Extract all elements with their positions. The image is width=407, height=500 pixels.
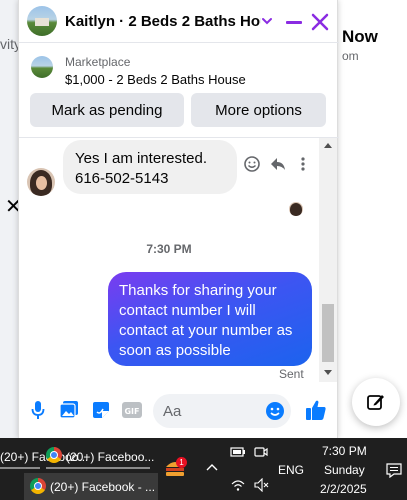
taskbar-underline xyxy=(46,467,150,469)
chevron-down-icon[interactable] xyxy=(260,14,274,28)
notification-badge: 1 xyxy=(176,457,187,468)
more-icon[interactable] xyxy=(299,155,307,173)
listing-title[interactable]: $1,000 - 2 Beds 2 Baths House xyxy=(65,72,246,87)
listing-avatar[interactable] xyxy=(27,6,57,36)
emoji-icon[interactable] xyxy=(265,401,285,421)
chevron-up-icon[interactable] xyxy=(206,463,218,471)
microphone-icon[interactable] xyxy=(31,400,45,420)
clock-time[interactable]: 7:30 PM xyxy=(322,444,367,458)
phone-number: 616-502-5143 xyxy=(75,170,169,187)
scroll-down-arrow[interactable] xyxy=(324,370,332,375)
chat-header[interactable]: Kaitlyn · 2 Beds 2 Baths House xyxy=(19,0,339,43)
mark-as-pending-button[interactable]: Mark as pending xyxy=(30,93,184,127)
taskbar-item-facebook-2[interactable]: (20+) Faceboo... xyxy=(66,450,154,464)
incoming-message[interactable]: Yes I am interested. 616-502-5143 xyxy=(63,140,237,194)
camera-icon[interactable] xyxy=(254,446,268,458)
scrollbar[interactable] xyxy=(319,138,337,382)
background-right-subtitle: om xyxy=(342,49,359,63)
notification-center-icon[interactable] xyxy=(386,462,402,478)
incoming-message-line: Yes I am interested. xyxy=(75,150,208,167)
chat-window: Kaitlyn · 2 Beds 2 Baths House Marketpla… xyxy=(18,0,339,438)
sent-status: Sent xyxy=(279,367,304,381)
photo-icon[interactable] xyxy=(59,400,79,420)
close-chat-icon[interactable] xyxy=(309,11,331,33)
background-right-title: Now xyxy=(342,27,378,46)
more-options-button[interactable]: More options xyxy=(191,93,326,127)
marketplace-label: Marketplace xyxy=(65,55,131,69)
wifi-icon[interactable] xyxy=(230,478,246,492)
gif-icon[interactable]: GIF xyxy=(121,400,143,420)
scroll-up-arrow[interactable] xyxy=(324,143,332,148)
outgoing-message[interactable]: Thanks for sharing your contact number I… xyxy=(108,272,312,366)
sticker-icon[interactable] xyxy=(91,400,111,420)
svg-text:GIF: GIF xyxy=(124,407,139,416)
compose-icon xyxy=(367,395,384,410)
scroll-thumb[interactable] xyxy=(322,304,334,362)
chrome-icon[interactable] xyxy=(46,447,62,463)
clock-date[interactable]: 2/2/2025 xyxy=(320,482,367,496)
seen-indicator-avatar xyxy=(289,202,303,216)
react-emoji-icon[interactable] xyxy=(243,155,261,173)
speaker-muted-icon[interactable] xyxy=(254,478,270,492)
language-indicator[interactable]: ENG xyxy=(278,463,304,477)
taskbar-item-facebook-3[interactable]: (20+) Facebook - ... xyxy=(50,480,155,494)
reply-icon[interactable] xyxy=(269,155,287,173)
taskbar-underline xyxy=(0,467,40,469)
new-message-button[interactable] xyxy=(352,378,400,426)
listing-thumbnail[interactable] xyxy=(31,56,53,78)
clock-day[interactable]: Sunday xyxy=(324,463,365,477)
composer: GIF xyxy=(19,384,339,438)
avatar[interactable] xyxy=(27,168,55,196)
battery-icon[interactable] xyxy=(230,446,246,458)
message-list[interactable]: Yes I am interested. 616-502-5143 7:30 P… xyxy=(19,138,339,382)
thumbs-up-icon[interactable] xyxy=(305,399,327,421)
minimize-icon[interactable] xyxy=(283,12,305,32)
chrome-icon[interactable] xyxy=(30,478,46,494)
chat-title[interactable]: Kaitlyn · 2 Beds 2 Baths House xyxy=(65,13,261,30)
message-timestamp: 7:30 PM xyxy=(146,242,192,256)
background-left-panel xyxy=(0,0,20,438)
